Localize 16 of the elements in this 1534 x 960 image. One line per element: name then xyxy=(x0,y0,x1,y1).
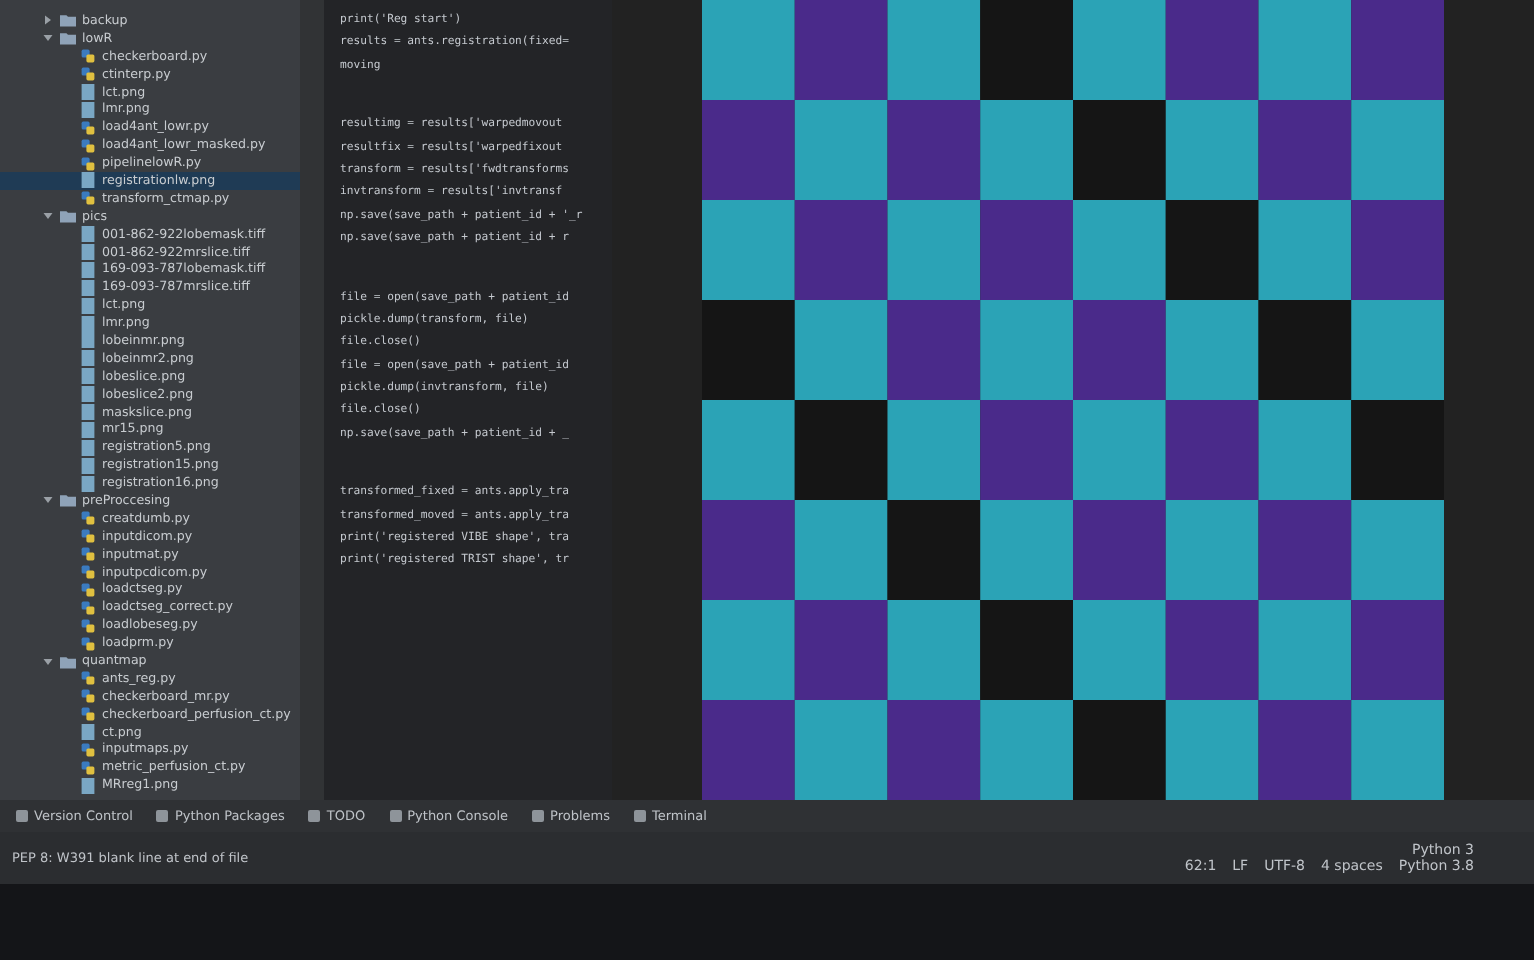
tool-icon xyxy=(532,810,545,822)
tool-icon xyxy=(156,810,169,822)
image-file-icon xyxy=(80,777,96,794)
folder-icon xyxy=(60,492,76,509)
tool-icon xyxy=(634,810,646,822)
caret-icon xyxy=(42,210,54,223)
python-file-icon xyxy=(80,190,96,207)
folder-icon xyxy=(60,208,76,225)
caret-icon xyxy=(42,655,54,667)
tool-icon xyxy=(16,810,28,822)
tool-icon xyxy=(308,810,321,822)
image-file-icon xyxy=(80,724,96,741)
caret-icon xyxy=(42,494,54,507)
folder-icon xyxy=(60,653,76,669)
image-file-icon xyxy=(80,172,96,189)
tool-icon xyxy=(389,810,402,822)
